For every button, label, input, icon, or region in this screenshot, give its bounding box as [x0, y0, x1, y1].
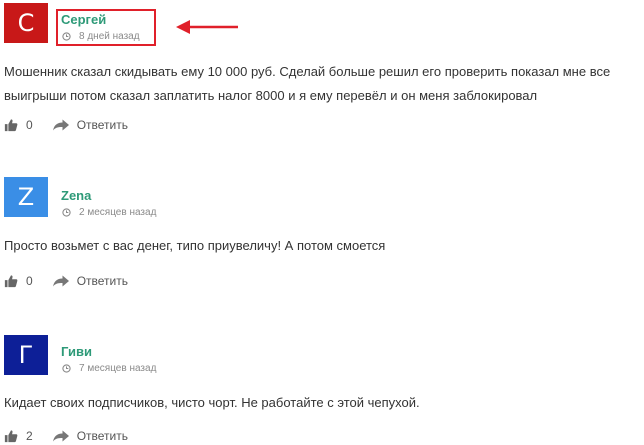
comment-actions: 0 Ответить	[4, 118, 128, 132]
avatar-letter: С	[17, 9, 35, 37]
comment-actions: 0 Ответить	[4, 274, 128, 288]
author-name[interactable]: Гиви	[61, 344, 92, 359]
comment-text: Мошенник сказал скидывать ему 10 000 руб…	[4, 64, 611, 103]
time-text: 7 месяцев назад	[79, 363, 157, 374]
avatar: Z	[4, 177, 48, 217]
like-count: 2	[26, 429, 33, 443]
like-count: 0	[26, 274, 33, 288]
avatar: С	[4, 3, 48, 43]
avatar-letter: Z	[17, 183, 35, 211]
like-button[interactable]: 2	[4, 429, 33, 443]
like-count: 0	[26, 118, 33, 132]
author-name[interactable]: Zena	[61, 188, 91, 203]
clock-icon	[62, 364, 71, 373]
thumbs-up-icon	[4, 275, 18, 288]
reply-arrow-icon	[52, 275, 69, 287]
reply-button[interactable]: Ответить	[52, 118, 128, 132]
like-button[interactable]: 0	[4, 274, 33, 288]
comment-text: Просто возьмет с вас денег, типо приувел…	[4, 238, 386, 253]
reply-arrow-icon	[52, 430, 69, 442]
thumbs-up-icon	[4, 430, 18, 443]
clock-icon	[62, 208, 71, 217]
red-arrow-icon	[176, 20, 238, 34]
reply-button[interactable]: Ответить	[52, 274, 128, 288]
reply-label: Ответить	[76, 118, 128, 132]
comment-text: Кидает своих подписчиков, чисто чорт. Не…	[4, 395, 420, 410]
reply-button[interactable]: Ответить	[52, 429, 128, 443]
comment-actions: 2 Ответить	[4, 429, 128, 443]
like-button[interactable]: 0	[4, 118, 33, 132]
reply-label: Ответить	[76, 429, 128, 443]
time-text: 2 месяцев назад	[79, 207, 157, 218]
highlight-box	[56, 9, 156, 46]
avatar: Г	[4, 335, 48, 375]
comment-time: 2 месяцев назад	[62, 207, 156, 218]
reply-label: Ответить	[76, 274, 128, 288]
comment-time: 7 месяцев назад	[62, 363, 156, 374]
avatar-letter: Г	[18, 341, 34, 369]
reply-arrow-icon	[52, 119, 69, 131]
thumbs-up-icon	[4, 119, 18, 132]
